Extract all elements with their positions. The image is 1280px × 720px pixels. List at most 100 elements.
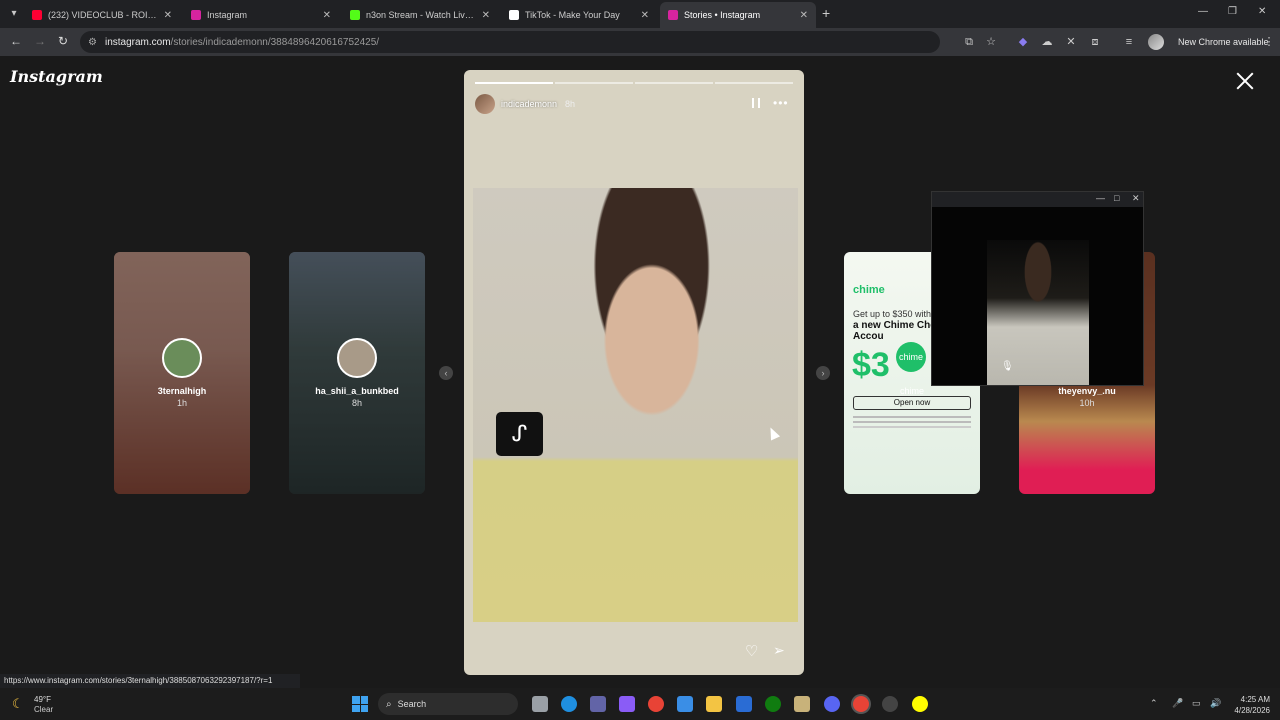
microphone-icon[interactable]: 🎤 bbox=[1172, 698, 1183, 709]
profile-avatar[interactable] bbox=[1148, 34, 1164, 50]
story-age: 8h bbox=[565, 99, 576, 109]
system-clock[interactable]: 4:25 AM 4/28/2026 bbox=[1230, 694, 1270, 716]
tab-kick-stream[interactable]: n3on Stream - Watch Live on K ✕ bbox=[342, 2, 498, 28]
file-explorer-icon[interactable] bbox=[706, 696, 722, 712]
pip-restore-icon[interactable]: □ bbox=[1114, 193, 1119, 203]
restore-window-icon[interactable]: ❐ bbox=[1228, 6, 1237, 17]
bookmark-star-icon[interactable]: ☆ bbox=[984, 35, 998, 49]
mute-mic-icon[interactable]: 🎙 bbox=[1001, 361, 1014, 372]
progress-segment bbox=[555, 82, 633, 84]
volume-icon[interactable]: 🔊 bbox=[1210, 698, 1221, 709]
xbox-icon[interactable] bbox=[765, 696, 781, 712]
teams-icon[interactable] bbox=[590, 696, 606, 712]
update-chrome-button[interactable]: New Chrome available bbox=[1178, 37, 1269, 47]
close-tab-icon[interactable]: ✕ bbox=[800, 10, 808, 21]
extension-icon[interactable]: ☁ bbox=[1040, 35, 1054, 49]
tab-videoclub[interactable]: (232) VIDEOCLUB - ROI Instrum ✕ bbox=[24, 2, 180, 28]
tab-search-icon[interactable]: ▾ bbox=[6, 6, 22, 22]
new-tab-button[interactable]: + bbox=[822, 5, 830, 21]
edge-icon[interactable] bbox=[561, 696, 577, 712]
preview-age: 10h bbox=[1079, 398, 1095, 408]
share-send-icon[interactable]: ➢ bbox=[773, 642, 785, 659]
picture-in-picture-window[interactable]: — □ ✕ 🎙 bbox=[931, 191, 1144, 386]
avatar[interactable] bbox=[475, 94, 495, 114]
clock-time: 4:25 AM bbox=[1240, 695, 1270, 704]
next-story-icon[interactable]: › bbox=[816, 366, 830, 380]
pip-minimize-icon[interactable]: — bbox=[1096, 193, 1105, 203]
weather-condition[interactable]: Clear bbox=[34, 705, 53, 714]
copilot-icon[interactable] bbox=[619, 696, 635, 712]
app-icon[interactable] bbox=[882, 696, 898, 712]
close-tab-icon[interactable]: ✕ bbox=[482, 10, 490, 21]
tab-title: Stories • Instagram bbox=[684, 10, 761, 20]
story-username[interactable]: indicademonn bbox=[501, 99, 557, 109]
story-progress bbox=[475, 82, 793, 84]
address-bar[interactable]: ⚙ instagram.com /stories/indicademonn/38… bbox=[80, 31, 940, 53]
chrome-icon[interactable] bbox=[648, 696, 664, 712]
link-status-bar: https://www.instagram.com/stories/3terna… bbox=[0, 674, 300, 688]
close-tab-icon[interactable]: ✕ bbox=[164, 10, 172, 21]
tab-stories-instagram[interactable]: Stories • Instagram ✕ bbox=[660, 2, 816, 28]
previous-story-icon[interactable]: ‹ bbox=[439, 366, 453, 380]
extension-icon[interactable]: ◆ bbox=[1016, 35, 1030, 49]
browser-toolbar: ← → ↻ ⚙ instagram.com /stories/indicadem… bbox=[0, 28, 1280, 56]
search-label: Search bbox=[397, 699, 427, 709]
tab-tiktok[interactable]: TikTok - Make Your Day ✕ bbox=[501, 2, 657, 28]
pip-close-icon[interactable]: ✕ bbox=[1132, 193, 1140, 204]
extensions-puzzle-icon[interactable]: ⧈ bbox=[1088, 35, 1102, 49]
open-now-button[interactable]: Open now bbox=[853, 396, 971, 410]
clock-date: 4/28/2026 bbox=[1234, 706, 1270, 715]
close-stories-icon[interactable] bbox=[1234, 70, 1256, 92]
preview-age: 8h bbox=[351, 398, 362, 408]
weather-moon-icon[interactable]: ☾ bbox=[12, 696, 24, 712]
instagram-icon bbox=[191, 10, 201, 20]
story-preview-card[interactable]: 3ternalhigh 1h bbox=[114, 252, 250, 494]
taskbar: ☾ 49°F Clear ⌕ Search ⌃ 🎤 ▭ 🔊 4:25 AM 4/… bbox=[0, 688, 1280, 720]
instagram-logo[interactable]: Instagram bbox=[10, 67, 103, 86]
url-path: /stories/indicademonn/388489642061675242… bbox=[170, 36, 380, 48]
display-icon[interactable]: ▭ bbox=[1192, 698, 1201, 709]
preview-username: theyenvy_.nu bbox=[1058, 386, 1116, 396]
preview-username: 3ternalhigh bbox=[157, 386, 207, 396]
chrome-active-icon[interactable] bbox=[853, 696, 869, 712]
like-heart-icon[interactable]: ♡ bbox=[745, 642, 758, 660]
story-photo bbox=[473, 188, 798, 622]
forward-icon[interactable]: → bbox=[34, 34, 46, 48]
capcut-icon[interactable] bbox=[736, 696, 752, 712]
close-tab-icon[interactable]: ✕ bbox=[323, 10, 331, 21]
sticker-icon[interactable]: ᔑ bbox=[496, 412, 543, 456]
reload-icon[interactable]: ↻ bbox=[58, 34, 68, 48]
show-hidden-icons-icon[interactable]: ⌃ bbox=[1150, 698, 1158, 709]
discord-icon[interactable] bbox=[824, 696, 840, 712]
back-icon[interactable]: ← bbox=[10, 34, 22, 48]
task-view-icon[interactable] bbox=[532, 696, 548, 712]
pause-icon[interactable] bbox=[752, 98, 760, 108]
chime-logo: chime bbox=[853, 284, 885, 296]
avatar bbox=[337, 338, 377, 378]
story-preview-card[interactable]: ha_shii_a_bunkbed 8h bbox=[289, 252, 425, 494]
minimize-window-icon[interactable]: — bbox=[1198, 6, 1208, 17]
progress-segment bbox=[715, 82, 793, 84]
weather-temp[interactable]: 49°F bbox=[34, 695, 51, 704]
windows-start-icon[interactable] bbox=[352, 696, 368, 712]
close-window-icon[interactable]: ✕ bbox=[1258, 6, 1266, 17]
taskbar-search[interactable]: ⌕ Search bbox=[378, 693, 518, 715]
more-options-icon[interactable]: ••• bbox=[773, 96, 789, 110]
stories-viewer: Instagram 3ternalhigh 1h ha_shii_a_bunkb… bbox=[0, 56, 1280, 675]
ad-text: Get up to $350 with bbox=[853, 309, 932, 319]
snapchat-icon[interactable] bbox=[912, 696, 928, 712]
ad-amount: $3 bbox=[852, 346, 890, 384]
install-app-icon[interactable]: ⧉ bbox=[962, 35, 976, 49]
site-info-icon[interactable]: ⚙ bbox=[88, 37, 97, 48]
extension-icon[interactable]: ✕ bbox=[1064, 35, 1078, 49]
preview-age: 1h bbox=[176, 398, 187, 408]
active-story[interactable]: indicademonn 8h ••• ᔑ ♡ ➢ bbox=[464, 70, 804, 675]
app-icon[interactable] bbox=[794, 696, 810, 712]
store-icon[interactable] bbox=[677, 696, 693, 712]
tiktok-icon bbox=[509, 10, 519, 20]
chrome-menu-icon[interactable]: ⋮ bbox=[1262, 35, 1276, 49]
ad-fine-print bbox=[853, 416, 971, 418]
media-control-icon[interactable]: ≡ bbox=[1122, 35, 1136, 49]
tab-instagram[interactable]: Instagram ✕ bbox=[183, 2, 339, 28]
close-tab-icon[interactable]: ✕ bbox=[641, 10, 649, 21]
